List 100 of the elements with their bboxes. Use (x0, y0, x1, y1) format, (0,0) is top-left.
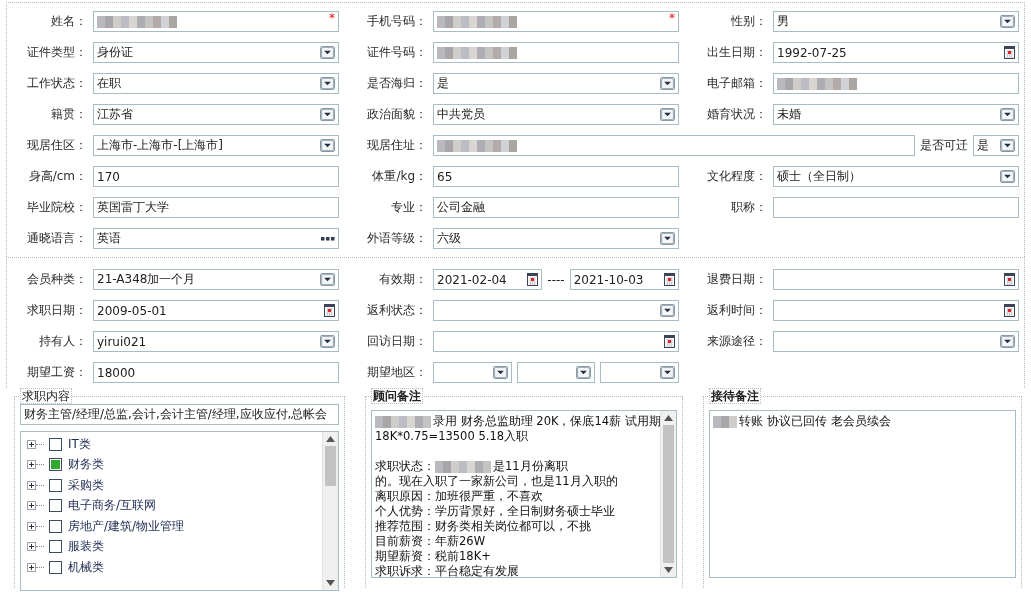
date-field[interactable]: 1992-07-25 (773, 42, 1019, 63)
dropdown-button[interactable] (1000, 335, 1015, 348)
dropdown-field[interactable]: 硕士（全日制） (773, 166, 1019, 187)
text-field[interactable]: 财务主管/经理/总监,会计,会计主管/经理,应收应付,总帐会 (20, 404, 339, 425)
calendar-icon[interactable] (1004, 273, 1015, 286)
expand-icon[interactable] (27, 542, 36, 552)
checkbox[interactable] (49, 499, 62, 513)
dropdown-button[interactable] (660, 108, 675, 121)
dropdown-button[interactable] (320, 273, 335, 286)
dropdown-button[interactable] (1000, 108, 1015, 121)
dropdown-field[interactable]: 未婚 (773, 104, 1019, 125)
text-field[interactable]: 公司金融 (433, 197, 679, 218)
text-field[interactable] (773, 73, 1019, 94)
field-label: 专业： (390, 199, 427, 216)
scrollbar[interactable] (322, 432, 338, 590)
expand-icon[interactable] (27, 439, 36, 449)
dropdown-button[interactable] (320, 108, 335, 121)
dropdown-button[interactable] (492, 366, 508, 379)
dropdown-field[interactable]: 在职 (93, 73, 339, 94)
checkbox[interactable] (49, 458, 62, 472)
dropdown-field[interactable] (433, 362, 512, 383)
calendar-icon[interactable] (1004, 46, 1015, 59)
date-field[interactable] (433, 331, 679, 352)
checkbox[interactable] (49, 560, 62, 574)
checkbox[interactable] (49, 478, 62, 492)
scroll-down-icon[interactable] (664, 567, 673, 573)
expand-icon[interactable] (27, 460, 36, 470)
inline-label: ---- (547, 272, 565, 287)
dropdown-field[interactable]: 男 (773, 11, 1019, 32)
date-field[interactable] (773, 300, 1019, 321)
dropdown-field[interactable]: 上海市-上海市-[上海市] (93, 135, 339, 156)
calendar-icon[interactable] (324, 304, 335, 317)
text-field[interactable]: * (433, 11, 679, 32)
text-field[interactable] (433, 135, 915, 156)
calendar-icon[interactable] (1004, 304, 1015, 317)
tree-item[interactable]: 采购类 (68, 476, 104, 494)
tree-item[interactable]: IT类 (68, 435, 91, 453)
dropdown-field[interactable]: 六级 (433, 228, 679, 249)
dropdown-button[interactable] (660, 366, 675, 379)
text-field[interactable]: 18000 (93, 362, 339, 383)
text-field[interactable]: 170 (93, 166, 339, 187)
tree-item[interactable]: 服装类 (68, 538, 104, 556)
date-field[interactable] (773, 269, 1019, 290)
dropdown-button[interactable] (320, 139, 335, 152)
scroll-up-icon[interactable] (664, 415, 673, 421)
notes-textarea[interactable]: 录用 财务总监助理 20K，保底14薪 试用期 18K*0.75=13500 5.18入职 求职状态： 是11月份离职 的。现在入职了一家新公司，也是11月入职的 离职原因：加班很严重，不喜欢 个人优势：学历背景好，全日制财务硕士毕业 推荐范围：财务类相关岗位都可以，不挑 目前薪资：年薪26W 期望薪资：税前18K+ 求职诉求：平台稳定有发展 (371, 410, 677, 578)
field-label: 体重/kg： (371, 168, 427, 185)
notes-textarea[interactable]: 转账 协议已回传 老会员续会 (709, 410, 1016, 578)
dropdown-field[interactable] (600, 362, 679, 383)
date-field[interactable]: 2021-02-04 (433, 269, 543, 290)
tree-item[interactable]: 电子商务/互联网 (68, 497, 157, 515)
dropdown-field[interactable]: 中共党员 (433, 104, 679, 125)
checkbox[interactable] (49, 437, 62, 451)
calendar-icon[interactable] (664, 335, 675, 348)
dropdown-button[interactable] (1000, 170, 1015, 183)
dropdown-button[interactable] (576, 366, 592, 379)
text-field[interactable]: 65 (433, 166, 679, 187)
dropdown-field[interactable]: 江苏省 (93, 104, 339, 125)
dropdown-field[interactable]: 是 (433, 73, 679, 94)
text-field[interactable]: 英国雷丁大学 (93, 197, 339, 218)
lookup-field[interactable]: 英语 (93, 228, 339, 249)
date-field[interactable]: 2021-10-03 (569, 269, 679, 290)
dropdown-field[interactable] (516, 362, 596, 383)
dropdown-field[interactable]: 21-A348加一个月 (93, 269, 339, 290)
expand-icon[interactable] (27, 480, 36, 490)
dropdown-button[interactable] (660, 77, 675, 90)
tree-item[interactable]: 财务类 (68, 456, 104, 474)
checkbox[interactable] (49, 519, 62, 533)
dropdown-button[interactable] (1000, 139, 1015, 152)
dropdown-field[interactable] (773, 331, 1019, 352)
expand-icon[interactable] (27, 562, 36, 572)
dropdown-button[interactable] (320, 77, 335, 90)
tree-item[interactable]: 房地产/建筑/物业管理 (68, 517, 185, 535)
calendar-icon[interactable] (527, 273, 539, 286)
field-label: 返利时间： (706, 302, 767, 319)
dropdown-button[interactable] (320, 335, 335, 348)
text-field[interactable]: * (93, 11, 339, 32)
more-icon[interactable] (321, 236, 335, 241)
checkbox[interactable] (49, 540, 62, 554)
scrollbar[interactable] (660, 411, 676, 577)
dropdown-button[interactable] (660, 232, 675, 245)
scroll-up-icon[interactable] (326, 436, 335, 442)
tree-item[interactable]: 机械类 (68, 558, 104, 576)
dropdown-field[interactable] (433, 300, 679, 321)
dropdown-field[interactable]: 身份证 (93, 42, 339, 63)
scrollbar-thumb[interactable] (325, 446, 336, 486)
expand-icon[interactable] (27, 521, 36, 531)
note-text: 期望薪资：税前18K+ (375, 549, 491, 564)
dropdown-field[interactable]: yirui021 (93, 331, 339, 352)
date-field[interactable]: 2009-05-01 (93, 300, 339, 321)
calendar-icon[interactable] (664, 273, 675, 286)
dropdown-button[interactable] (1000, 15, 1015, 28)
text-field[interactable] (773, 197, 1019, 218)
text-field[interactable] (433, 42, 679, 63)
scrollbar-thumb[interactable] (663, 425, 674, 563)
expand-icon[interactable] (27, 501, 36, 511)
dropdown-button[interactable] (320, 46, 335, 59)
scroll-down-icon[interactable] (326, 580, 335, 586)
dropdown-button[interactable] (660, 304, 675, 317)
dropdown-field[interactable]: 是 (973, 135, 1019, 156)
